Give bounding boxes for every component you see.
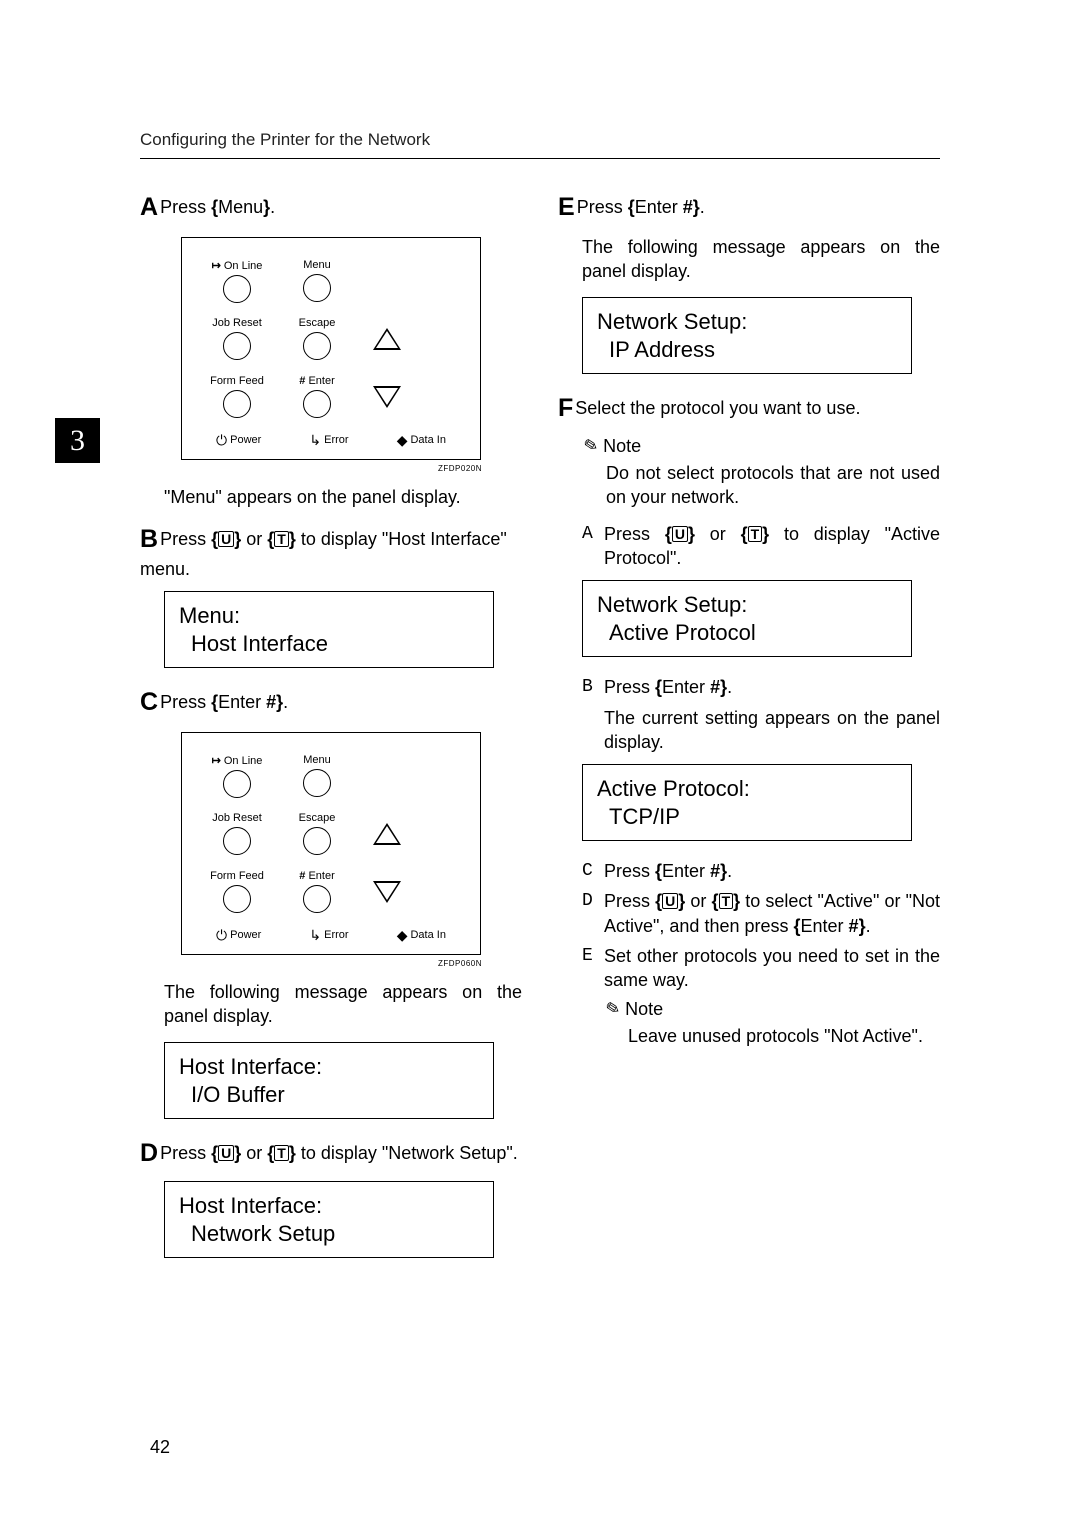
key-enter: Enter [218,692,261,712]
step-letter-a: A [140,193,158,221]
error-icon: ↳ [309,432,321,449]
step-b: BPress {U} or {T} to display "Host Inter… [140,523,522,581]
enter-button [303,390,331,418]
up-arrow-icon [373,328,401,350]
note-heading-2: ✎ Note [604,999,940,1020]
pencil-icon: ✎ [579,434,600,459]
step-letter-e: E [558,193,575,221]
power-icon: ⏻ [216,432,227,449]
step-c: CPress {Enter #}. [140,686,522,720]
note-body-2: Leave unused protocols "Not Active". [628,1024,940,1048]
step-a: APress {Menu}. [140,191,522,225]
substep-d: D Press {U} or {T} to select "Active" or… [582,889,940,938]
step-a-result: "Menu" appears on the panel display. [164,485,522,509]
step-letter-f: F [558,394,573,422]
escape-button [303,332,331,360]
step-e: EPress {Enter #}. [558,191,940,225]
figure-id-c: ZFDP060N [140,959,482,968]
substep-c: C Press {Enter #}. [582,859,940,883]
down-arrow-icon [373,386,401,408]
lcd-network-setup: Host Interface: Network Setup [164,1181,494,1258]
step-letter-d: D [140,1139,158,1167]
control-panel-figure-a: ↦ On Line Menu Job Reset Escap [181,237,481,460]
step-d: DPress {U} or {T} to display "Network Se… [140,1137,522,1171]
step-letter-b: B [140,525,158,553]
data-in-icon: ◆ [397,432,408,449]
figure-id-a: ZFDP020N [140,464,482,473]
job-reset-button [223,332,251,360]
up-key-icon: U [218,531,234,547]
lcd-tcpip: Active Protocol: TCP/IP [582,764,912,841]
step-letter-c: C [140,688,158,716]
lcd-io-buffer: Host Interface: I/O Buffer [164,1042,494,1119]
pencil-icon: ✎ [601,997,622,1022]
right-column: EPress {Enter #}. The following message … [558,191,940,1276]
page-number: 42 [150,1437,170,1458]
substep-a: A Press {U} or {T} to display "Active Pr… [582,522,940,571]
lcd-ip-address: Network Setup: IP Address [582,297,912,374]
chapter-tab: 3 [55,418,100,463]
lcd-active-protocol: Network Setup: Active Protocol [582,580,912,657]
substep-b-result: The current setting appears on the panel… [604,706,940,755]
key-menu: Menu [218,197,263,217]
substep-e: E Set other protocols you need to set in… [582,944,940,993]
substep-b: B Press {Enter #}. [582,675,940,699]
running-head: Configuring the Printer for the Network [140,130,940,159]
note-body-1: Do not select protocols that are not use… [606,461,940,510]
step-f: FSelect the protocol you want to use. [558,392,940,426]
online-button [223,275,251,303]
left-column: APress {Menu}. ↦ On Line Menu [140,191,522,1276]
step-e-result: The following message appears on the pan… [582,235,940,284]
note-heading-1: ✎ Note [582,436,940,457]
lcd-host-interface-menu: Menu: Host Interface [164,591,494,668]
control-panel-figure-c: ↦ On Line Menu Job Reset Escap [181,732,481,955]
step-c-result: The following message appears on the pan… [164,980,522,1029]
menu-button [303,274,331,302]
down-key-icon: T [274,531,289,547]
form-feed-button [223,390,251,418]
